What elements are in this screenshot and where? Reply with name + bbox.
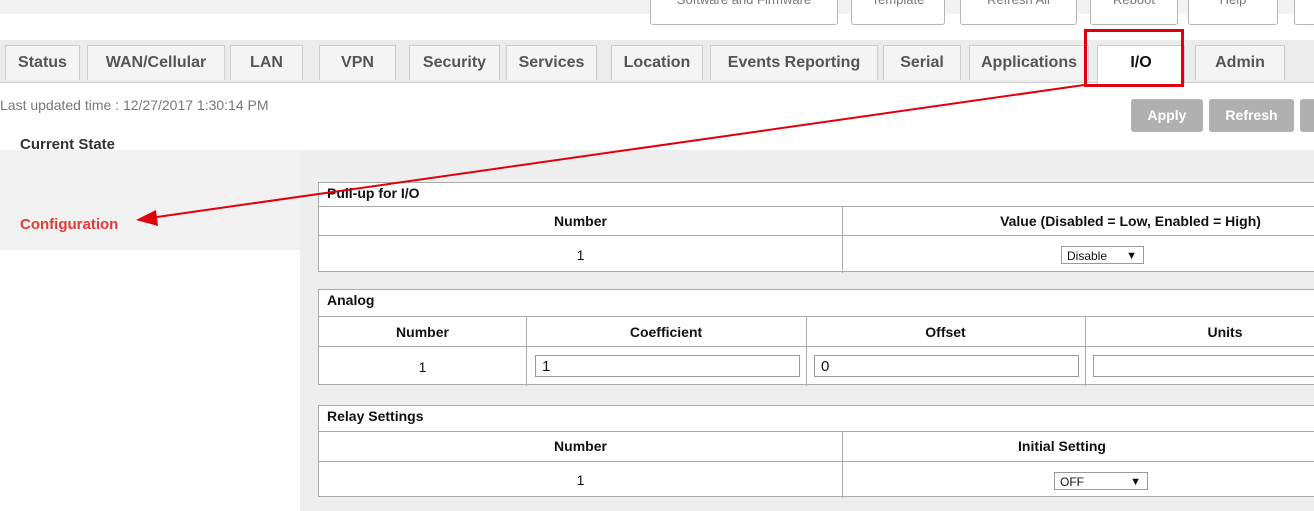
tab-location[interactable]: Location (611, 45, 703, 80)
tab-events-reporting[interactable]: Events Reporting (710, 45, 878, 80)
pullup-section: Pull-up for I/O Number Value (Disabled =… (318, 182, 1314, 273)
tab-vpn[interactable]: VPN (319, 45, 396, 80)
extra-button[interactable] (1294, 0, 1314, 25)
pullup-header-number: Number (554, 213, 607, 229)
relay-initial-setting-select[interactable]: OFF ▼ (1054, 472, 1148, 490)
analog-divider (319, 346, 1314, 347)
analog-coefficient-input[interactable]: 1 (535, 355, 800, 377)
main-tab-bar: Status WAN/Cellular LAN VPN Security Ser… (0, 40, 1314, 84)
software-firmware-button[interactable]: Software and Firmware (650, 0, 838, 25)
relay-header-initial-setting: Initial Setting (1018, 438, 1106, 454)
analog-divider (319, 316, 1314, 317)
reboot-button[interactable]: Reboot (1090, 0, 1178, 25)
relay-title: Relay Settings (327, 408, 424, 424)
relay-initial-setting-selected: OFF (1060, 475, 1084, 489)
sidebar-item-current-state[interactable]: Current State (20, 136, 115, 153)
pullup-value-selected: Disable (1067, 249, 1108, 263)
analog-units-input[interactable] (1093, 355, 1314, 377)
refresh-all-button[interactable]: Refresh All (960, 0, 1077, 25)
apply-button[interactable]: Apply (1131, 99, 1203, 132)
last-updated-time: Last updated time : 12/27/2017 1:30:14 P… (0, 97, 269, 113)
chevron-down-icon: ▼ (1126, 250, 1137, 262)
tab-security[interactable]: Security (409, 45, 500, 80)
tab-lan[interactable]: LAN (230, 45, 303, 80)
analog-section: Analog Number Coefficient Offset Units 1… (318, 289, 1314, 386)
tab-serial[interactable]: Serial (883, 45, 961, 80)
more-button[interactable] (1300, 99, 1314, 132)
analog-offset-input[interactable]: 0 (814, 355, 1079, 377)
pullup-divider (319, 235, 1314, 236)
tab-applications[interactable]: Applications (969, 45, 1089, 80)
analog-row-number: 1 (418, 359, 427, 375)
analog-header-offset: Offset (925, 324, 966, 340)
pullup-value-select[interactable]: Disable ▼ (1061, 246, 1144, 264)
tab-io[interactable]: I/O (1097, 45, 1185, 84)
tab-wan-cellular[interactable]: WAN/Cellular (87, 45, 225, 80)
pullup-divider (319, 206, 1314, 207)
tab-status[interactable]: Status (5, 45, 80, 80)
pullup-row-number: 1 (576, 247, 585, 263)
relay-divider (319, 431, 1314, 432)
relay-header-number: Number (554, 438, 607, 454)
tab-services[interactable]: Services (506, 45, 597, 80)
tab-admin[interactable]: Admin (1195, 45, 1285, 80)
relay-divider (319, 461, 1314, 462)
pullup-title: Pull-up for I/O (327, 185, 420, 201)
chevron-down-icon: ▼ (1130, 476, 1141, 488)
pullup-header-value: Value (Disabled = Low, Enabled = High) (1000, 213, 1261, 229)
analog-header-number: Number (396, 324, 449, 340)
analog-header-coefficient: Coefficient (629, 324, 703, 340)
sidebar-item-configuration[interactable]: Configuration (20, 216, 118, 233)
help-button[interactable]: Help (1188, 0, 1278, 25)
relay-section: Relay Settings Number Initial Setting 1 … (318, 405, 1314, 498)
analog-title: Analog (327, 292, 375, 308)
top-bar: Software and Firmware Template Refresh A… (0, 0, 1314, 40)
sidebar: Current State Configuration (0, 136, 300, 250)
template-button[interactable]: Template (851, 0, 945, 25)
refresh-button[interactable]: Refresh (1209, 99, 1294, 132)
analog-header-units: Units (1207, 324, 1243, 340)
relay-row-number: 1 (576, 472, 585, 488)
